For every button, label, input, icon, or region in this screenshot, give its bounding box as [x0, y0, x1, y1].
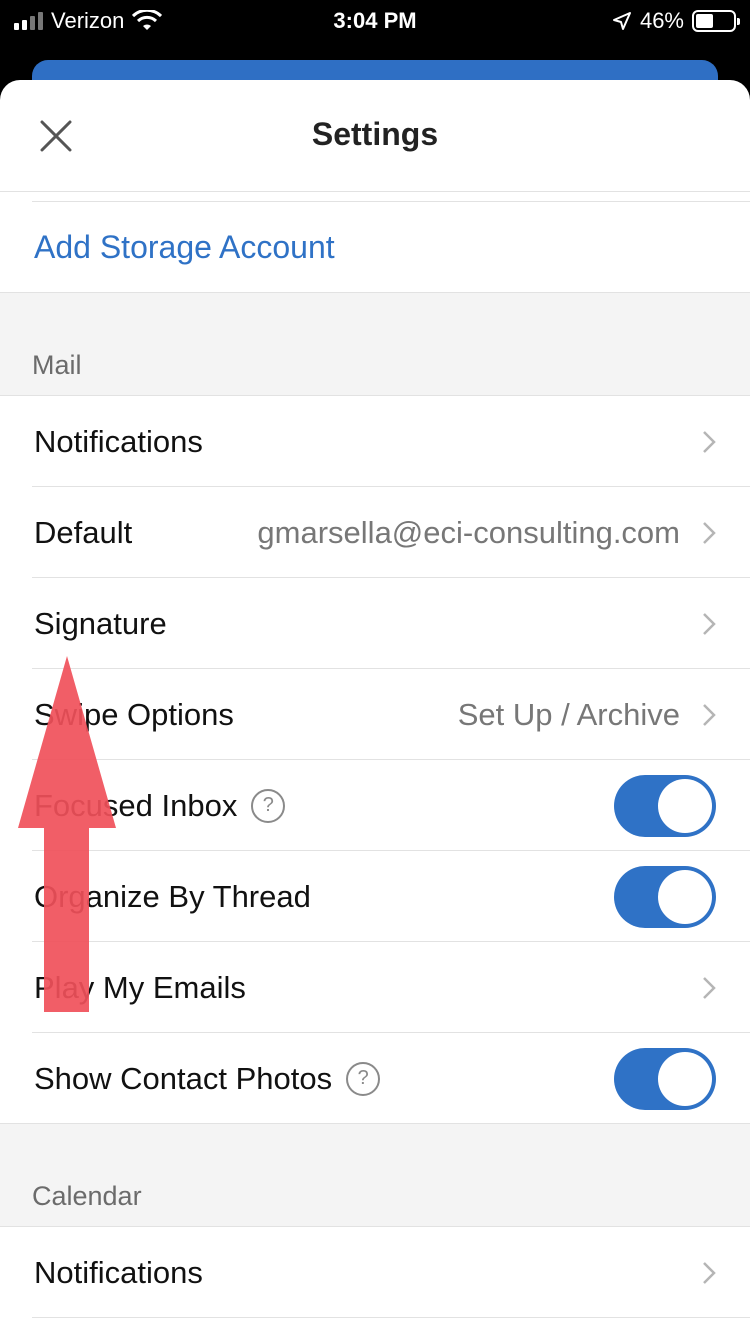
toggle-knob	[658, 869, 712, 924]
section-label: Mail	[32, 350, 82, 380]
section-header-mail: Mail	[0, 293, 750, 396]
default-account-value: gmarsella@eci-consulting.com	[257, 514, 680, 550]
row-label: Swipe Options	[34, 696, 234, 732]
settings-sheet: Settings Add Storage Account Mail Notifi…	[0, 80, 750, 1334]
focused-inbox-toggle[interactable]	[614, 774, 716, 837]
chevron-right-icon	[703, 1261, 716, 1284]
swipe-options-value: Set Up / Archive	[457, 696, 680, 732]
status-bar: Verizon 3:04 PM 46%	[0, 0, 750, 40]
mail-notifications-row[interactable]: Notifications	[0, 396, 750, 487]
chevron-right-icon	[703, 976, 716, 999]
section-header-calendar: Calendar	[0, 1124, 750, 1227]
toggle-knob	[658, 778, 712, 833]
status-right: 46%	[612, 8, 740, 34]
row-label: Play My Emails	[34, 969, 246, 1005]
focused-inbox-row: Focused Inbox ?	[0, 760, 750, 851]
row-label: Focused Inbox	[34, 787, 238, 823]
swipe-options-row[interactable]: Swipe Options Set Up / Archive	[0, 669, 750, 760]
calendar-notifications-row[interactable]: Notifications	[0, 1227, 750, 1318]
signature-row[interactable]: Signature	[0, 578, 750, 669]
row-label: Show Contact Photos	[34, 1060, 333, 1096]
battery-percent: 46%	[639, 8, 684, 33]
chevron-right-icon	[703, 612, 716, 635]
show-contact-photos-row: Show Contact Photos ?	[0, 1033, 750, 1124]
add-storage-account-link[interactable]: Add Storage Account	[0, 202, 750, 293]
play-my-emails-row[interactable]: Play My Emails	[0, 942, 750, 1033]
battery-icon	[692, 10, 740, 32]
sheet-header: Settings	[0, 80, 750, 192]
page-title: Settings	[311, 116, 439, 152]
organize-by-thread-row: Organize By Thread	[0, 851, 750, 942]
show-contact-photos-toggle[interactable]	[614, 1047, 716, 1110]
row-label: Notifications	[34, 1254, 203, 1290]
section-label: Calendar	[32, 1181, 142, 1211]
toggle-knob	[658, 1051, 712, 1106]
row-label: Signature	[34, 605, 167, 641]
row-label: Notifications	[34, 423, 203, 459]
organize-by-thread-toggle[interactable]	[614, 865, 716, 928]
divider	[32, 192, 750, 202]
help-icon[interactable]: ?	[346, 1061, 381, 1096]
default-account-row[interactable]: Default gmarsella@eci-consulting.com	[0, 487, 750, 578]
row-label: Organize By Thread	[34, 878, 311, 914]
help-icon[interactable]: ?	[251, 788, 286, 823]
row-label: Default	[34, 514, 133, 550]
chevron-right-icon	[703, 521, 716, 544]
chevron-right-icon	[703, 430, 716, 453]
chevron-right-icon	[703, 703, 716, 726]
location-arrow-icon	[612, 12, 631, 30]
